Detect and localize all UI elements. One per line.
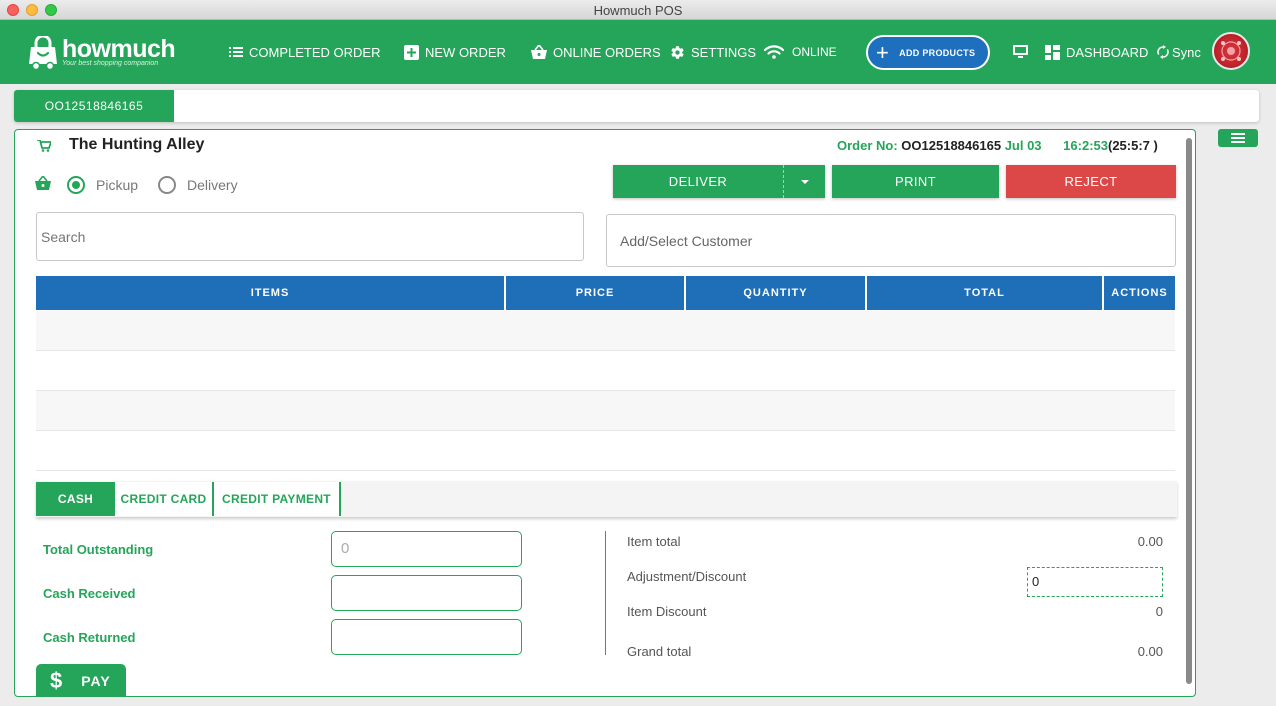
window-title: Howmuch POS (593, 3, 683, 18)
reject-button[interactable]: REJECT (1006, 165, 1176, 198)
order-date: Jul 03 (1004, 138, 1042, 153)
adjustment-value: 0 (1032, 574, 1040, 589)
nav-settings-label: SETTINGS (691, 44, 757, 60)
bag-logo-icon (29, 36, 57, 70)
user-avatar[interactable] (1212, 32, 1250, 70)
grand-total-value: 0.00 (1137, 644, 1163, 659)
col-total: TOTAL (867, 276, 1104, 310)
col-quantity: QUANTITY (686, 276, 867, 310)
table-row (36, 351, 1175, 391)
nav-completed-order-label: COMPLETED ORDER (249, 44, 381, 60)
gear-icon (670, 45, 685, 60)
adjustment-label: Adjustment/Discount (627, 569, 747, 584)
cash-returned-label: Cash Returned (43, 630, 136, 645)
nav-sync[interactable]: Sync (1157, 42, 1201, 62)
avatar-pattern-icon (1221, 41, 1241, 61)
nav-new-order-label: NEW ORDER (425, 44, 506, 60)
table-row (36, 311, 1175, 351)
print-button[interactable]: PRINT (832, 165, 999, 198)
list-icon (229, 47, 243, 57)
total-outstanding-field[interactable]: 0 (331, 531, 522, 567)
tab-credit-payment[interactable]: CREDIT PAYMENT (214, 482, 341, 516)
adjustment-input[interactable]: 0 (1027, 567, 1163, 597)
deliver-label: DELIVER (668, 174, 728, 189)
nav-online-status[interactable]: ONLINE (764, 42, 837, 62)
store-name: The Hunting Alley (69, 136, 205, 153)
total-outstanding-placeholder: 0 (341, 540, 350, 557)
order-tab[interactable]: OO12518846165 (14, 90, 174, 122)
payment-tabs: CASH CREDIT CARD CREDIT PAYMENT (36, 481, 1177, 517)
nav-online-orders[interactable]: ONLINE ORDERS (531, 42, 661, 62)
nav-online-label: ONLINE (792, 45, 837, 59)
nav-display[interactable] (1013, 42, 1034, 62)
order-no-label: Order No: (837, 138, 898, 153)
pay-label: PAY (81, 673, 111, 689)
order-elapsed: (25:5:7 ) (1107, 138, 1158, 153)
nav-new-order[interactable]: NEW ORDER (404, 42, 506, 62)
item-discount-label: Item Discount (627, 604, 707, 619)
cash-received-field[interactable] (331, 575, 522, 611)
pickup-radio-circle[interactable] (67, 176, 85, 194)
deliver-button[interactable]: DELIVER (613, 165, 825, 198)
nav-dashboard[interactable]: DASHBOARD (1045, 42, 1148, 62)
pay-button[interactable]: $ PAY (36, 664, 126, 696)
nav-completed-order[interactable]: COMPLETED ORDER (229, 42, 380, 62)
cash-received-label: Cash Received (43, 586, 136, 601)
window-titlebar: Howmuch POS (0, 0, 1276, 20)
table-row (36, 431, 1175, 471)
col-items: ITEMS (36, 276, 506, 310)
scrollbar-thumb[interactable] (1186, 138, 1192, 684)
nav-settings[interactable]: SETTINGS (670, 42, 756, 62)
order-info: Order No: OO12518846165 Jul 03 16:2:53(2… (837, 138, 1158, 153)
customer-select-placeholder: Add/Select Customer (620, 232, 753, 249)
caret-down-icon (800, 179, 809, 184)
nav-sync-label: Sync (1172, 44, 1201, 60)
delivery-label: Delivery (187, 177, 238, 193)
top-navbar: howmuch Your best shopping companion COM… (0, 20, 1276, 84)
hamburger-icon (1231, 133, 1245, 143)
add-products-label: ADD PRODUCTS (899, 47, 976, 58)
cash-returned-field[interactable] (331, 619, 522, 655)
plus-icon: + (876, 39, 890, 65)
logo-tagline: Your best shopping companion (62, 60, 159, 67)
table-row (36, 391, 1175, 431)
tab-cash[interactable]: CASH (36, 482, 115, 516)
delivery-radio-circle[interactable] (158, 176, 176, 194)
cart-icon (37, 140, 51, 152)
product-search-input[interactable] (36, 212, 584, 261)
basket-icon (35, 176, 51, 190)
wifi-icon (764, 45, 784, 59)
col-actions: ACTIONS (1104, 276, 1175, 310)
item-total-label: Item total (627, 534, 681, 549)
nav-online-orders-label: ONLINE ORDERS (553, 44, 661, 60)
dashboard-grid-icon (1045, 44, 1060, 60)
grand-total-label: Grand total (627, 644, 692, 659)
nav-dashboard-label: DASHBOARD (1066, 44, 1149, 60)
delivery-radio[interactable]: Delivery (158, 176, 238, 194)
total-outstanding-label: Total Outstanding (43, 542, 154, 557)
order-tabs-strip: OO12518846165 (14, 90, 1259, 122)
card-scrollbar[interactable] (1185, 136, 1193, 688)
app-logo[interactable]: howmuch Your best shopping companion (28, 34, 176, 72)
tab-credit-card[interactable]: CREDIT CARD (115, 482, 214, 516)
summary-divider (605, 531, 606, 655)
customer-select[interactable]: Add/Select Customer (606, 214, 1176, 267)
col-price: PRICE (506, 276, 686, 310)
items-table-header: ITEMS PRICE QUANTITY TOTAL ACTIONS (36, 276, 1175, 310)
item-discount-value: 0 (1155, 604, 1163, 619)
pickup-radio[interactable]: Pickup (67, 176, 138, 194)
side-menu-button[interactable] (1218, 129, 1258, 147)
sync-icon (1157, 45, 1169, 59)
add-products-button[interactable]: + ADD PRODUCTS (866, 35, 990, 70)
order-time: 16:2:53 (1063, 138, 1108, 153)
order-number: OO12518846165 (901, 138, 1002, 153)
item-total-value: 0.00 (1137, 534, 1163, 549)
monitor-icon (1013, 45, 1028, 59)
deliver-dropdown-toggle[interactable] (783, 165, 825, 198)
basket-icon (531, 45, 547, 59)
add-box-icon (404, 44, 419, 60)
dollar-icon: $ (50, 668, 64, 693)
pickup-label: Pickup (96, 177, 139, 193)
order-card: The Hunting Alley Order No: OO1251884616… (14, 129, 1196, 697)
